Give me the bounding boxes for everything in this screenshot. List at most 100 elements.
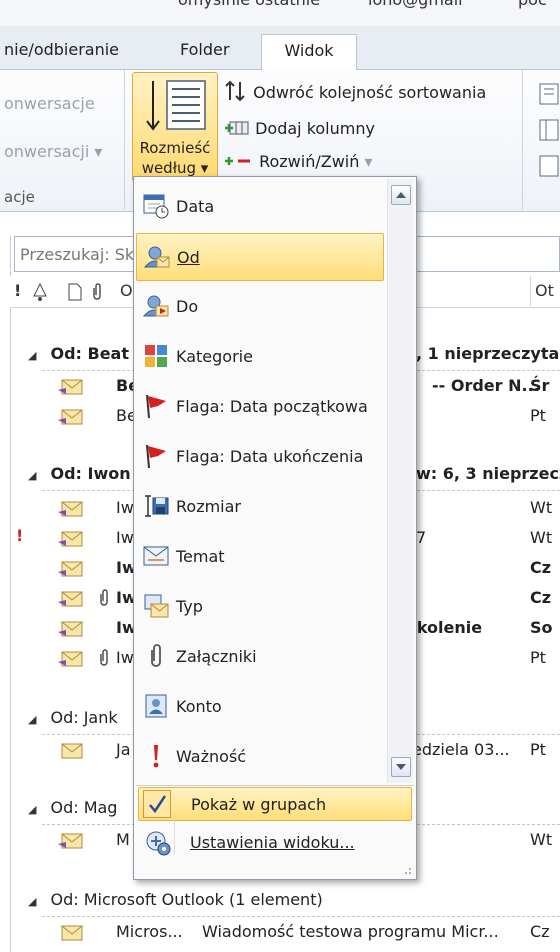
arrange-list-icon <box>146 80 206 131</box>
menu-item-attachments[interactable]: Załączniki <box>136 633 384 681</box>
paperclip-icon <box>100 649 108 666</box>
group-divider <box>124 70 125 210</box>
subject-icon <box>143 546 169 566</box>
envelope-reply-icon <box>58 651 83 667</box>
collapse-triangle-icon[interactable]: ◢ <box>28 895 36 908</box>
row-from: Micros... <box>116 922 183 941</box>
envelope-reply-icon <box>58 501 83 517</box>
collapse-triangle-icon[interactable]: ◢ <box>28 803 36 816</box>
tab-send-receive[interactable]: nie/odbieranie <box>4 34 119 70</box>
reminder-column-icon[interactable] <box>30 282 50 302</box>
row-subject: Wiadomość testowa programu Micr... <box>202 922 499 941</box>
menu-item-label: Rozmiar <box>176 497 241 516</box>
group-header[interactable]: ◢ Od: Microsoft Outlook (1 element) <box>28 890 323 909</box>
row-received: Pt <box>530 740 546 759</box>
show-in-groups-toggle[interactable]: Pokaż w grupach <box>138 787 412 821</box>
collapse-triangle-icon[interactable]: ◢ <box>28 469 36 482</box>
top-strip-fragment: omyślnie ostatnie <box>178 0 320 9</box>
attachment-column-icon[interactable] <box>90 282 104 302</box>
view-settings-item[interactable]: Ustawienia widoku... <box>138 823 412 863</box>
menu-item-flag-start[interactable]: Flaga: Data początkowa <box>136 383 384 431</box>
collapse-triangle-icon[interactable]: ◢ <box>28 349 36 362</box>
menu-item-flag-due[interactable]: Flaga: Data ukończenia <box>136 433 384 481</box>
conversation-options-label: onwersacji <box>4 142 90 161</box>
envelope-read-icon <box>61 925 83 941</box>
row-received: Wt <box>530 830 553 849</box>
envelope-reply-icon <box>58 561 83 577</box>
envelope-reply-icon <box>58 379 83 395</box>
menu-item-to[interactable]: Do <box>136 283 384 331</box>
menu-item-label: Kategorie <box>176 347 253 366</box>
conversations-setting[interactable]: onwersacje <box>4 94 95 113</box>
menu-item-from[interactable]: Od <box>136 233 384 281</box>
show-in-groups-label: Pokaż w grupach <box>191 795 327 814</box>
menu-item-date[interactable]: Data <box>136 183 384 231</box>
scroll-down-button[interactable] <box>391 757 411 777</box>
contact-from-icon <box>143 246 170 268</box>
categories-icon <box>145 345 167 367</box>
row-from: Iw <box>116 648 134 667</box>
chevron-down-icon <box>396 764 406 770</box>
tab-view[interactable]: Widok <box>261 34 357 71</box>
menu-item-label: Data <box>176 197 215 216</box>
flag-icon <box>146 444 166 469</box>
expand-collapse-icon <box>225 157 250 165</box>
envelope-reply-icon <box>58 409 83 425</box>
conversation-options[interactable]: onwersacji ▾ <box>4 142 102 161</box>
table-row[interactable]: Micros... Wiadomość testowa programu Mic… <box>56 920 560 946</box>
paperclip-icon <box>151 644 161 667</box>
add-columns-button[interactable]: Dodaj kolumny <box>224 118 375 138</box>
add-columns-icon <box>225 121 249 135</box>
ribbon-tabs: nie/odbieranie Folder Widok <box>0 26 560 71</box>
group-label: Od: Jank <box>50 708 118 727</box>
size-icon <box>145 495 169 517</box>
group-header[interactable]: ◢ Od: Iwon <box>28 464 131 483</box>
group-label: Od: Beat <box>50 344 129 363</box>
arrange-by-label-2: według ▾ <box>133 159 217 177</box>
menu-item-importance[interactable]: Ważność <box>136 733 384 781</box>
menu-scrollbar[interactable] <box>387 179 413 783</box>
add-columns-label: Dodaj kolumny <box>255 119 375 138</box>
importance-column-icon[interactable]: ! <box>14 281 21 300</box>
sort-arrows-icon <box>225 80 245 102</box>
reverse-sort-button[interactable]: Odwróć kolejność sortowania <box>224 80 486 102</box>
layout-icons-partial <box>539 83 559 177</box>
group-header[interactable]: ◢ Od: Jank <box>28 708 118 727</box>
menu-item-categories[interactable]: Kategorie <box>136 333 384 381</box>
view-settings-icon <box>146 831 171 856</box>
menu-item-label: Typ <box>176 597 203 616</box>
menu-item-size[interactable]: Rozmiar <box>136 483 384 531</box>
group-header[interactable]: ◢ Od: Mag <box>28 798 117 817</box>
tab-folder[interactable]: Folder <box>180 34 229 70</box>
flag-icon <box>146 394 166 419</box>
menu-item-subject[interactable]: Temat <box>136 533 384 581</box>
expand-collapse-label: Rozwiń/Zwiń <box>259 152 360 171</box>
chevron-up-icon <box>396 192 406 198</box>
received-column-header[interactable]: Ot <box>530 276 554 306</box>
chevron-down-icon: ▾ <box>364 152 373 171</box>
collapse-triangle-icon[interactable]: ◢ <box>28 713 36 726</box>
envelope-reply-icon <box>58 621 83 637</box>
group-header[interactable]: ◢ Od: Beat <box>28 344 129 363</box>
group-divider <box>522 70 523 210</box>
from-column-header[interactable]: O <box>120 281 133 300</box>
arrange-by-button[interactable]: Rozmieść według ▾ <box>132 72 218 182</box>
scroll-up-button[interactable] <box>391 185 411 205</box>
menu-item-type[interactable]: Typ <box>136 583 384 631</box>
expand-collapse-button[interactable]: Rozwiń/Zwiń ▾ <box>224 152 373 171</box>
row-received: Pt <box>530 648 546 667</box>
menu-item-label: Załączniki <box>176 647 257 666</box>
chevron-down-icon: ▾ <box>94 142 103 161</box>
type-icon <box>144 594 169 618</box>
row-received: Cz <box>530 558 552 577</box>
menu-item-account[interactable]: Konto <box>136 683 384 731</box>
envelope-reply-icon <box>58 833 83 849</box>
type-column-icon[interactable] <box>66 282 84 302</box>
menu-item-label: Temat <box>176 547 225 566</box>
chevron-down-icon: ▾ <box>200 159 209 177</box>
menu-item-label: Ważność <box>176 747 247 766</box>
group-header-tail: , 1 nieprzeczyta <box>416 344 560 363</box>
search-placeholder: Przeszukaj: Sk <box>20 245 135 264</box>
importance-icon <box>153 745 159 768</box>
resize-grip-icon[interactable] <box>400 863 412 875</box>
